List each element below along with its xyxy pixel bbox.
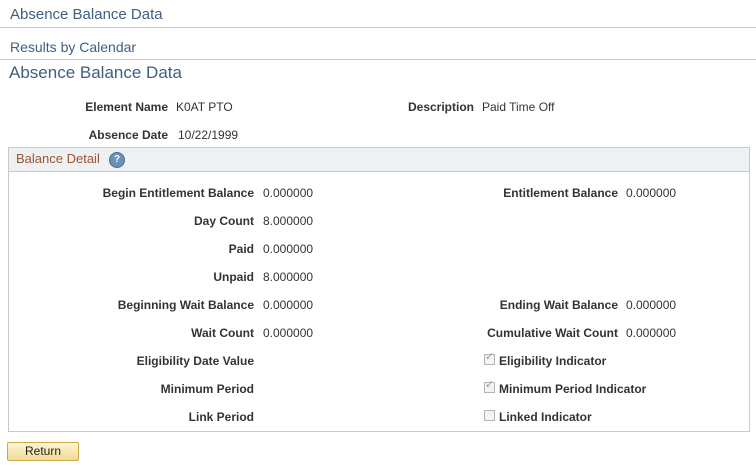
paid-value: 0.000000 [263, 242, 314, 256]
cumulative-wait-count-value: 0.000000 [626, 326, 677, 340]
cumulative-wait-count-label: Cumulative Wait Count [487, 326, 618, 340]
unpaid-label: Unpaid [213, 270, 254, 284]
return-button[interactable]: Return [7, 442, 79, 461]
paid-label: Paid [228, 242, 254, 256]
day-count-label: Day Count [194, 214, 254, 228]
begin-entitlement-balance-label: Begin Entitlement Balance [102, 186, 254, 200]
minimum-period-label: Minimum Period [160, 382, 254, 396]
wait-count-label: Wait Count [191, 326, 254, 340]
balance-detail-header: Balance Detail ? [9, 148, 749, 172]
absence-date-label: Absence Date [88, 128, 168, 142]
linked-indicator-label: Linked Indicator [499, 410, 592, 424]
element-name-label: Element Name [85, 100, 168, 114]
subheader-divider [0, 59, 756, 60]
header-divider [0, 27, 756, 28]
description-value: Paid Time Off [482, 100, 555, 114]
page-header-title: Absence Balance Data [10, 6, 163, 23]
help-icon[interactable]: ? [109, 152, 125, 168]
minimum-period-indicator-label: Minimum Period Indicator [499, 382, 647, 396]
wait-count-value: 0.000000 [263, 326, 314, 340]
eligibility-indicator-checkbox: ✓ [484, 351, 495, 365]
element-name-value: K0AT PTO [176, 100, 233, 114]
unpaid-value: 8.000000 [263, 270, 314, 284]
beginning-wait-balance-value: 0.000000 [263, 298, 314, 312]
page-title: Absence Balance Data [9, 63, 182, 82]
linked-indicator-checkbox: ✓ [484, 410, 495, 421]
minimum-period-indicator-checkbox: ✓ [484, 379, 495, 393]
balance-detail-title: Balance Detail [16, 151, 100, 166]
link-period-label: Link Period [188, 410, 254, 424]
day-count-value: 8.000000 [263, 214, 314, 228]
ending-wait-balance-label: Ending Wait Balance [499, 298, 618, 312]
eligibility-date-value-label: Eligibility Date Value [136, 354, 254, 368]
begin-entitlement-balance-value: 0.000000 [263, 186, 314, 200]
entitlement-balance-value: 0.000000 [626, 186, 677, 200]
eligibility-indicator-label: Eligibility Indicator [499, 354, 607, 368]
entitlement-balance-label: Entitlement Balance [503, 186, 618, 200]
beginning-wait-balance-label: Beginning Wait Balance [117, 298, 254, 312]
absence-date-value: 10/22/1999 [178, 128, 239, 142]
description-label: Description [407, 100, 474, 114]
results-by-calendar-heading: Results by Calendar [10, 39, 137, 55]
ending-wait-balance-value: 0.000000 [626, 298, 677, 312]
